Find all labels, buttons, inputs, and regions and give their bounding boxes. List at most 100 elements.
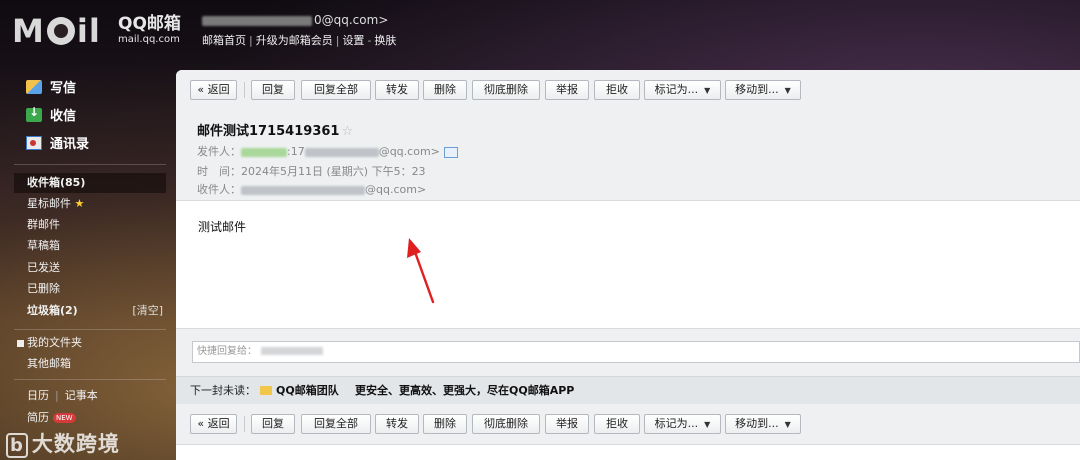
reply-button[interactable]: 回复 bbox=[251, 80, 295, 100]
mark-as-dropdown[interactable]: 标记为... ▼ bbox=[644, 80, 721, 100]
sender-row: 发件人：:17 @qq.com> bbox=[197, 143, 458, 159]
divider bbox=[14, 329, 166, 330]
time-value: 2024年5月11日 (星期六) 下午5：23 bbox=[241, 165, 426, 178]
chevron-down-icon: ▼ bbox=[704, 86, 711, 95]
contacts-button[interactable]: 通讯录 bbox=[26, 133, 89, 152]
logo-o-glyph bbox=[46, 17, 75, 45]
brand-url: mail.qq.com bbox=[118, 34, 180, 45]
empty-spam-link[interactable]: [清空] bbox=[132, 301, 163, 321]
reply-button[interactable]: 回复 bbox=[251, 414, 295, 434]
toolbar-bottom: « 返回 回复 回复全部 转发 删除 彻底删除 举报 拒收 标记为... ▼ 移动… bbox=[176, 404, 1080, 445]
link-mail-home[interactable]: 邮箱首页 bbox=[202, 34, 246, 47]
delete-button[interactable]: 删除 bbox=[423, 414, 467, 434]
calendar-link[interactable]: 日历 bbox=[27, 389, 49, 402]
new-badge: NEW bbox=[53, 413, 76, 423]
vcard-icon[interactable] bbox=[443, 146, 458, 158]
folder-group-mail[interactable]: 群邮件 bbox=[14, 215, 166, 235]
move-to-dropdown[interactable]: 移动到... ▼ bbox=[725, 80, 801, 100]
header-links: 邮箱首页 | 升级为邮箱会员 | 设置 - 换肤 bbox=[202, 34, 397, 47]
resume-link[interactable]: 简历 NEW bbox=[14, 408, 166, 428]
mark-as-label: 标记为... bbox=[654, 417, 699, 430]
star-outline-icon[interactable]: ☆ bbox=[341, 124, 353, 139]
message-subject: 邮件测试1715419361 ☆ bbox=[197, 120, 353, 139]
delete-permanent-button[interactable]: 彻底删除 bbox=[472, 80, 540, 100]
folder-deleted[interactable]: 已删除 bbox=[14, 279, 166, 299]
toolbar-separator bbox=[244, 82, 245, 98]
recipient-row: 收件人： @qq.com> bbox=[197, 181, 426, 197]
link-settings[interactable]: 设置 bbox=[342, 34, 364, 47]
quick-reply-placeholder: 快捷回复给： bbox=[197, 346, 257, 357]
folder-label: 垃圾箱(2) bbox=[27, 304, 78, 317]
reply-all-button[interactable]: 回复全部 bbox=[301, 414, 371, 434]
redacted-mask bbox=[202, 15, 312, 26]
folder-label: 收件箱(85) bbox=[27, 176, 86, 189]
brand: QQ邮箱 mail.qq.com bbox=[118, 14, 181, 46]
divider bbox=[14, 379, 166, 380]
report-button[interactable]: 举报 bbox=[545, 414, 589, 434]
move-to-dropdown[interactable]: 移动到... ▼ bbox=[725, 414, 801, 434]
redacted-mask bbox=[241, 147, 287, 157]
folder-sent[interactable]: 已发送 bbox=[14, 258, 166, 278]
reply-all-button[interactable]: 回复全部 bbox=[301, 80, 371, 100]
report-button[interactable]: 举报 bbox=[545, 80, 589, 100]
redacted-mask bbox=[304, 147, 379, 157]
pencil-icon bbox=[26, 79, 42, 94]
next-unread-label: 下一封未读： bbox=[190, 384, 256, 397]
folder-drafts[interactable]: 草稿箱 bbox=[14, 236, 166, 256]
folder-label: 已删除 bbox=[27, 282, 60, 295]
collapse-icon bbox=[17, 339, 24, 347]
delete-button[interactable]: 删除 bbox=[423, 80, 467, 100]
my-folders-toggle[interactable]: 我的文件夹 bbox=[14, 333, 166, 353]
other-mailbox[interactable]: 其他邮箱 bbox=[14, 354, 166, 374]
notebook-link[interactable]: 记事本 bbox=[65, 389, 98, 402]
folder-label: 群邮件 bbox=[27, 218, 60, 231]
divider bbox=[14, 164, 166, 165]
reject-button[interactable]: 拒收 bbox=[594, 414, 640, 434]
qq-mail-logo[interactable]: Mil bbox=[12, 12, 101, 50]
account-address: 0@qq.com> bbox=[202, 13, 388, 27]
envelope-icon bbox=[260, 386, 272, 395]
to-label: 收件人： bbox=[197, 183, 241, 196]
back-button[interactable]: « 返回 bbox=[190, 414, 237, 434]
folder-starred[interactable]: 星标邮件 ★ bbox=[14, 194, 166, 214]
delete-permanent-button[interactable]: 彻底删除 bbox=[472, 414, 540, 434]
link-change-skin[interactable]: 换肤 bbox=[374, 34, 396, 47]
next-unread-from[interactable]: QQ邮箱团队 bbox=[276, 377, 339, 405]
link-upgrade-vip[interactable]: 升级为邮箱会员 bbox=[256, 34, 333, 47]
watermark: b 大数跨境 bbox=[6, 428, 120, 458]
back-button[interactable]: « 返回 bbox=[190, 80, 237, 100]
star-icon: ★ bbox=[74, 197, 85, 210]
toolbar-separator bbox=[244, 416, 245, 432]
compose-button[interactable]: 写信 bbox=[26, 77, 76, 96]
from-partial: :17 bbox=[287, 145, 305, 158]
forward-button[interactable]: 转发 bbox=[375, 414, 419, 434]
account-suffix: 0@qq.com> bbox=[314, 13, 389, 27]
time-label: 时 间： bbox=[197, 165, 241, 178]
brand-name: QQ邮箱 bbox=[118, 14, 181, 34]
to-suffix[interactable]: @qq.com> bbox=[365, 183, 426, 196]
my-folders-label: 我的文件夹 bbox=[27, 336, 82, 349]
next-unread-bar: 下一封未读： QQ邮箱团队 更安全、更高效、更强大，尽在QQ邮箱APP bbox=[176, 376, 1080, 406]
move-to-label: 移动到... bbox=[735, 83, 779, 96]
chevron-down-icon: ▼ bbox=[784, 86, 791, 95]
forward-button[interactable]: 转发 bbox=[375, 80, 419, 100]
mark-as-dropdown[interactable]: 标记为... ▼ bbox=[644, 414, 721, 434]
next-unread-subject[interactable]: 更安全、更高效、更强大，尽在QQ邮箱APP bbox=[355, 377, 574, 405]
folder-inbox[interactable]: 收件箱(85) bbox=[14, 173, 166, 193]
from-suffix[interactable]: @qq.com> bbox=[379, 145, 440, 158]
sidebar: 写信 收信 通讯录 收件箱(85) 星标邮件 ★ 群邮件 草稿箱 已发送 已删除… bbox=[0, 64, 170, 460]
folder-label: 草稿箱 bbox=[27, 239, 60, 252]
redacted-mask bbox=[261, 347, 323, 355]
quick-reply-input[interactable]: 快捷回复给： bbox=[192, 341, 1080, 363]
calendar-notebook-row: 日历 | 记事本 bbox=[27, 389, 98, 402]
time-row: 时 间：2024年5月11日 (星期六) 下午5：23 bbox=[197, 163, 426, 179]
reject-button[interactable]: 拒收 bbox=[594, 80, 640, 100]
toolbar-top: « 返回 回复 回复全部 转发 删除 彻底删除 举报 拒收 标记为... ▼ 移动… bbox=[176, 70, 1080, 111]
red-arrow-annotation bbox=[407, 238, 435, 304]
receive-button[interactable]: 收信 bbox=[26, 105, 76, 124]
message-body: 测试邮件 bbox=[198, 220, 247, 234]
contacts-label: 通讯录 bbox=[50, 137, 90, 152]
folder-spam[interactable]: 垃圾箱(2) [清空] bbox=[14, 301, 166, 321]
redacted-mask bbox=[241, 185, 365, 195]
quick-reply-area: 快捷回复给： bbox=[176, 328, 1080, 377]
